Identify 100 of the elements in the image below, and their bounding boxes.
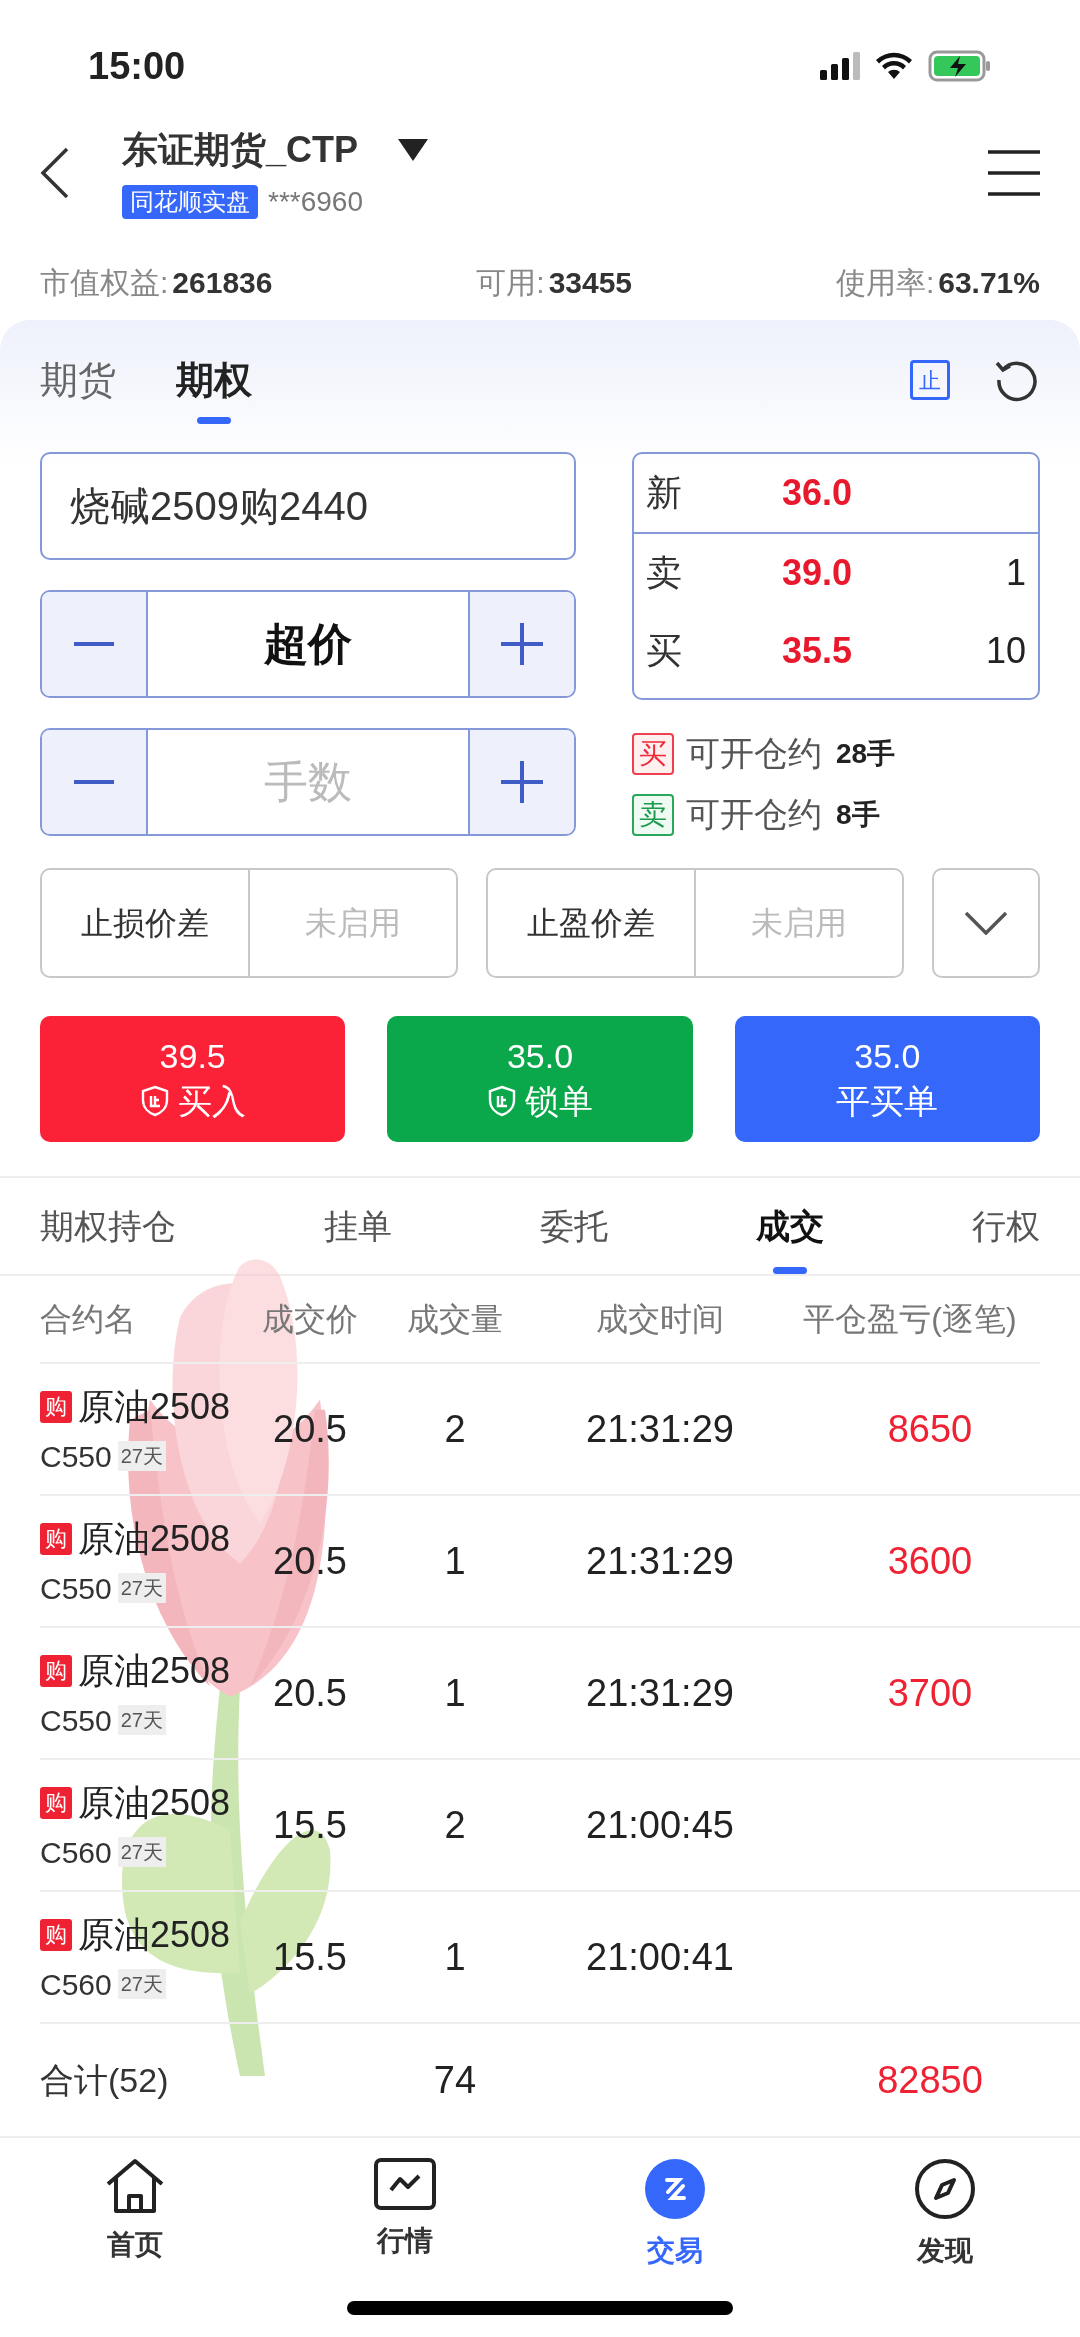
call-tag: 购 [40,1786,72,1819]
strike-code: C550 [40,1570,112,1607]
stat-label: 市值权益: [40,265,169,301]
days-tag: 27天 [117,1969,166,1999]
home-icon [104,2158,166,2214]
nav-tab[interactable]: 交易 [540,2158,810,2286]
account-number: ***6960 [268,184,363,219]
trade-time: 21:00:41 [585,1934,735,1980]
trade-time: 21:31:29 [585,1538,735,1584]
quote-label: 新 [646,471,683,515]
stop-field[interactable]: 止损价差 未启用 [40,868,458,978]
column-header: 成交时间 [595,1300,725,1339]
profit-value: 3600 [886,1538,974,1584]
quantity-stepper[interactable]: 手数 [40,728,576,836]
quote-label: 买 [646,629,683,673]
trade-icon [644,2158,706,2220]
order-button[interactable]: 35.0 平买单 [734,1016,1040,1142]
stop-order-button[interactable]: 止 [910,360,950,400]
wifi-icon [874,51,914,81]
strike-code: C550 [40,1438,112,1475]
sub-tab[interactable]: 行权 [972,1178,1040,1274]
account-title[interactable]: 东证期货_CTP [122,122,359,177]
nav-tab[interactable]: 行情 [270,2158,540,2286]
call-tag: 购 [40,1522,72,1555]
sub-tab[interactable]: 成交 [756,1178,824,1274]
available-count: 8手 [836,797,880,832]
contract-name: 原油2508 [78,1384,231,1429]
trade-volume: 2 [443,1802,467,1848]
contract-field[interactable]: 烧碱2509购2440 [40,452,576,560]
profit-value: 3700 [886,1670,974,1716]
trade-time: 21:31:29 [585,1670,735,1716]
available-count: 28手 [836,736,896,771]
sub-tab[interactable]: 期权持仓 [40,1178,176,1274]
side-tag: 买 [632,732,674,775]
days-tag: 27天 [117,1705,166,1735]
trade-price: 20.5 [272,1670,348,1716]
total-volume: 74 [432,2057,478,2103]
sub-tab[interactable]: 挂单 [324,1178,392,1274]
account-badge: 同花顺实盘 [122,184,258,219]
call-tag: 购 [40,1918,72,1951]
trade-price: 20.5 [272,1538,348,1584]
side-tag: 卖 [632,793,674,836]
quote-label: 卖 [646,551,683,595]
call-tag: 购 [40,1654,72,1687]
contract-name: 原油2508 [78,1648,231,1693]
strike-code: C560 [40,1834,112,1871]
stop-input[interactable]: 未启用 [696,870,902,976]
column-header: 成交价 [261,1300,359,1339]
stop-input[interactable]: 未启用 [250,870,456,976]
column-header: 合约名 [40,1300,137,1339]
quote-volume: 1 [1005,551,1026,595]
profit-value: 8650 [886,1406,974,1452]
menu-icon[interactable] [988,149,1040,196]
tab[interactable]: 期货 [40,340,116,420]
stat-value: 33455 [548,265,633,301]
plus-button[interactable] [468,730,574,834]
trade-volume: 2 [443,1406,467,1452]
call-tag: 购 [40,1390,72,1423]
contract-name: 原油2508 [78,1912,231,1957]
total-profit: 82850 [876,2057,984,2103]
stat-label: 可用: [476,265,545,301]
trade-price: 20.5 [272,1406,348,1452]
sub-tab[interactable]: 委托 [540,1178,608,1274]
back-icon[interactable] [40,146,70,199]
stop-field[interactable]: 止盈价差 未启用 [486,868,904,978]
total-label: 合计(52) [40,2059,170,2101]
stat-value: 63.71% [938,265,1040,301]
chart-icon [374,2158,436,2210]
contract-name: 原油2508 [78,1780,231,1825]
column-header: 成交量 [406,1300,504,1339]
trade-price: 15.5 [272,1934,348,1980]
days-tag: 27天 [117,1837,166,1867]
stat-value: 261836 [172,265,273,301]
quote-price: 36.0 [782,471,853,515]
dropdown-triangle-icon[interactable] [398,138,429,161]
quote-price: 35.5 [782,629,853,673]
strike-code: C560 [40,1966,112,2003]
available-label: 可开仓约 [686,794,822,835]
trade-time: 21:00:45 [585,1802,735,1848]
status-time: 15:00 [88,43,186,89]
nav-tab[interactable]: 首页 [0,2158,270,2286]
trade-volume: 1 [443,1934,467,1980]
available-label: 可开仓约 [686,733,822,774]
chevron-down-icon [964,911,1008,935]
trade-volume: 1 [443,1670,467,1716]
stop-label: 止损价差 [42,870,250,976]
shield-icon [139,1085,170,1117]
strike-code: C550 [40,1702,112,1739]
column-header: 平仓盈亏(逐笔) [802,1300,1018,1339]
nav-tab[interactable]: 发现 [810,2158,1080,2286]
quote-price: 39.0 [782,551,853,595]
contract-name: 原油2508 [78,1516,231,1561]
trade-volume: 1 [443,1538,467,1584]
trade-time: 21:31:29 [585,1406,735,1452]
battery-icon [928,50,992,82]
stat-label: 使用率: [835,265,935,301]
trade-price: 15.5 [272,1802,348,1848]
order-button[interactable]: 39.5 买入 [40,1016,346,1142]
days-tag: 27天 [117,1573,166,1603]
compass-icon [914,2158,976,2220]
